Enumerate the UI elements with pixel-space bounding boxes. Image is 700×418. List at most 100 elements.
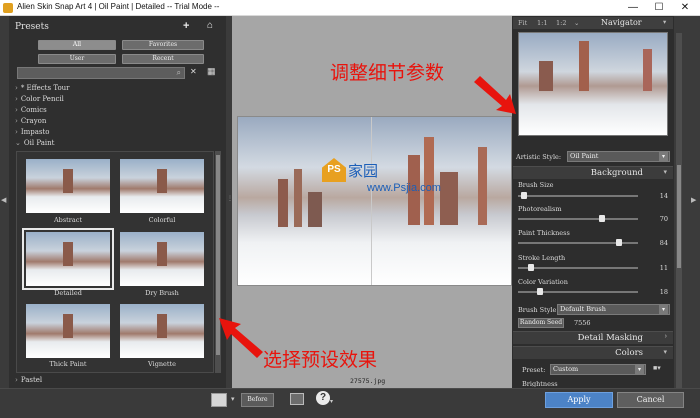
grid-view-icon[interactable]: ▦ — [207, 66, 216, 77]
filter-favorites-button[interactable]: Favorites — [122, 40, 204, 50]
brush-size-slider-knob[interactable] — [521, 192, 527, 199]
preset-thumbnail-grid: Abstract Colorful Detailed Dry Brush Thi… — [16, 151, 214, 373]
preset-search-input[interactable]: ⌕ — [17, 67, 185, 79]
chevron-down-icon: ▾ — [659, 305, 668, 314]
detail-masking-section-header[interactable]: Detail Masking › — [513, 331, 673, 344]
app-icon — [3, 3, 13, 13]
stroke-length-value: 11 — [659, 264, 668, 272]
tree-item-impasto[interactable]: › Impasto — [15, 128, 50, 136]
preset-thumb-dry-brush[interactable] — [118, 230, 206, 288]
tree-item-pastel[interactable]: › Pastel — [15, 376, 42, 384]
tree-item-effects-tour[interactable]: › * Effects Tour — [15, 84, 70, 92]
photorealism-slider-knob[interactable] — [599, 215, 605, 222]
image-preview-icon[interactable] — [290, 393, 304, 405]
background-section-header[interactable]: Background ▾ — [513, 166, 673, 179]
home-icon[interactable]: ⌂ — [207, 20, 213, 31]
slider-label-photorealism: Photorealism — [518, 205, 562, 213]
apply-button[interactable]: Apply — [545, 392, 613, 408]
color-variation-slider-knob[interactable] — [536, 288, 543, 295]
settings-scroll-thumb[interactable] — [677, 165, 681, 268]
brush-size-value: 14 — [659, 192, 668, 200]
collapse-right-panel-icon[interactable]: ▶ — [691, 196, 696, 204]
maximize-button[interactable]: ☐ — [646, 0, 672, 16]
tree-item-color-pencil[interactable]: › Color Pencil — [15, 95, 64, 103]
filter-user-button[interactable]: User — [38, 54, 116, 64]
annotation-arrow-icon — [219, 318, 263, 358]
zoom-1-1-button[interactable]: 1:1 — [537, 19, 547, 27]
preset-thumb-label: Abstract — [53, 216, 83, 224]
help-dropdown-icon[interactable]: ▾ — [330, 398, 333, 405]
navigator-header: Fit 1:1 1:2 ⌄ Navigator ▾ — [513, 17, 673, 29]
preset-thumb-vignette[interactable] — [118, 302, 206, 360]
colors-preset-label: Preset: — [522, 366, 546, 374]
tree-item-oil-paint[interactable]: ⌄ Oil Paint — [15, 139, 54, 147]
tree-item-crayon[interactable]: › Crayon — [15, 117, 46, 125]
random-seed-button[interactable]: Random Seed — [518, 318, 564, 328]
section-expand-icon: › — [664, 333, 667, 340]
chevron-down-icon: ▾ — [635, 365, 644, 374]
preset-thumb-label: Colorful — [148, 216, 176, 224]
minimize-button[interactable]: — — [620, 0, 646, 16]
section-expand-icon: ▾ — [663, 169, 667, 176]
photorealism-slider[interactable] — [518, 218, 638, 220]
preset-thumb-thick-paint[interactable] — [24, 302, 112, 360]
cancel-button[interactable]: Cancel — [617, 392, 684, 408]
zoom-dropdown-icon[interactable]: ⌄ — [574, 19, 579, 27]
annotation-arrow-icon — [474, 76, 516, 114]
navigator-title: Navigator — [601, 18, 642, 27]
filter-all-button[interactable]: All — [38, 40, 116, 50]
brush-style-label: Brush Style — [518, 306, 557, 314]
preset-thumb-colorful[interactable] — [118, 157, 206, 215]
slider-label-stroke-length: Stroke Length — [518, 254, 566, 262]
help-icon[interactable]: ? — [316, 391, 330, 405]
photorealism-value: 70 — [659, 215, 668, 223]
zoom-1-2-button[interactable]: 1:2 — [556, 19, 566, 27]
close-button[interactable]: ✕ — [672, 0, 698, 16]
random-seed-value: 7556 — [574, 319, 591, 327]
preset-thumb-label: Detailed — [54, 289, 82, 297]
navigator-thumbnail[interactable] — [518, 32, 668, 136]
watermark-url: www.Psjia.com — [367, 182, 441, 194]
slider-label-brush-size: Brush Size — [518, 181, 554, 189]
settings-scrollbar[interactable] — [676, 33, 682, 388]
add-preset-icon[interactable]: + — [183, 20, 189, 32]
preview-image[interactable] — [237, 116, 512, 286]
collapse-all-icon[interactable]: ✕ — [190, 67, 197, 76]
watermark-brand: 家园 — [348, 162, 379, 180]
stroke-length-slider[interactable] — [518, 267, 638, 269]
before-after-split-line[interactable] — [371, 117, 372, 285]
preview-filename: 27575.jpg — [350, 377, 386, 385]
preset-menu-icon[interactable]: ■▾ — [653, 364, 661, 372]
navigator-collapse-icon[interactable]: ▾ — [663, 18, 666, 26]
artistic-style-dropdown[interactable]: Oil Paint ▾ — [567, 151, 670, 162]
preset-thumb-abstract[interactable] — [24, 157, 112, 215]
window-title: Alien Skin Snap Art 4 | Oil Paint | Deta… — [17, 2, 220, 11]
collapse-left-panel-icon[interactable]: ◀ — [1, 196, 6, 204]
before-button[interactable]: Before — [241, 393, 274, 407]
title-bar: Alien Skin Snap Art 4 | Oil Paint | Deta… — [0, 0, 700, 16]
color-variation-value: 18 — [659, 288, 668, 296]
preset-thumb-label: Dry Brush — [145, 289, 179, 297]
zoom-fit-button[interactable]: Fit — [518, 19, 527, 27]
annotation-select-preset: 选择预设效果 — [263, 349, 378, 371]
presets-title: Presets — [15, 22, 49, 32]
artistic-style-label: Artistic Style: — [516, 153, 562, 161]
tree-item-comics[interactable]: › Comics — [15, 106, 47, 114]
brush-style-dropdown[interactable]: Default Brush ▾ — [557, 304, 670, 315]
colors-preset-dropdown[interactable]: Custom ▾ — [550, 364, 646, 375]
filter-recent-button[interactable]: Recent — [122, 54, 204, 64]
paint-thickness-slider-knob[interactable] — [615, 239, 622, 246]
preset-thumb-label: Thick Paint — [49, 360, 87, 368]
view-mode-dropdown-icon[interactable]: ▾ — [231, 395, 235, 403]
chevron-down-icon: ▾ — [659, 152, 668, 161]
split-view-icon[interactable] — [211, 393, 227, 407]
annotation-adjust-details: 调整细节参数 — [330, 62, 445, 84]
stroke-length-slider-knob[interactable] — [528, 264, 535, 271]
colors-section-header[interactable]: Colors ▾ — [513, 346, 673, 359]
slider-label-paint-thickness: Paint Thickness — [518, 229, 570, 237]
brush-size-slider[interactable] — [518, 195, 638, 197]
paint-thickness-value: 84 — [659, 239, 668, 247]
search-icon: ⌕ — [176, 68, 181, 77]
preset-thumb-detailed[interactable] — [22, 228, 114, 290]
brightness-label: Brightness — [522, 380, 558, 387]
